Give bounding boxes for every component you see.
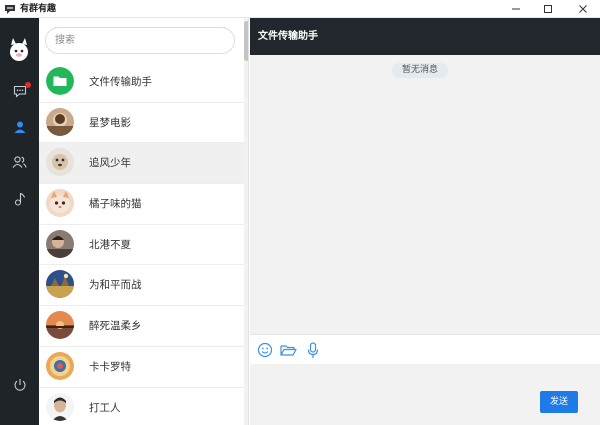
empty-messages-notice: 暂无消息 <box>392 63 449 78</box>
app-logo-icon <box>5 5 15 14</box>
contact-name: 北港不夏 <box>89 238 131 251</box>
contact-item-file-transfer[interactable]: 文件传输助手 <box>39 62 244 103</box>
rail-item-contacts[interactable] <box>11 118 28 135</box>
contact-avatar <box>46 107 74 136</box>
emoji-button[interactable] <box>256 341 274 359</box>
contact-list-scrollbar[interactable] <box>244 18 248 425</box>
contact-avatar <box>46 270 74 299</box>
contact-name: 打工人 <box>89 401 121 414</box>
power-button[interactable] <box>11 376 28 393</box>
contact-item[interactable]: 醉死温柔乡 <box>39 306 244 347</box>
rail-item-messages[interactable] <box>11 82 31 100</box>
chat-panel: 文件传输助手 暂无消息 发送 <box>250 18 600 425</box>
close-button[interactable] <box>568 0 598 18</box>
input-toolbar <box>250 334 600 364</box>
contact-name: 为和平而战 <box>89 279 142 292</box>
title-bar: 有群有趣 <box>0 0 600 18</box>
nav-rail <box>0 18 39 425</box>
contact-avatar <box>46 351 74 380</box>
contact-item[interactable]: 为和平而战 <box>39 265 244 307</box>
contact-name: 卡卡罗特 <box>89 360 131 373</box>
minimize-button[interactable] <box>501 0 531 18</box>
contact-name: 醉死温柔乡 <box>89 320 142 333</box>
emoji-icon <box>257 342 273 358</box>
contact-item[interactable]: 星梦电影 <box>39 103 244 144</box>
contact-avatar <box>46 392 74 421</box>
contact-item[interactable]: 橘子味的猫 <box>39 184 244 225</box>
power-icon <box>14 378 25 391</box>
maximize-button[interactable] <box>533 0 563 18</box>
app-title: 有群有趣 <box>20 4 57 14</box>
voice-button[interactable] <box>304 341 322 359</box>
group-icon <box>12 155 27 168</box>
contact-avatar <box>46 229 74 258</box>
folder-avatar-icon <box>46 67 74 95</box>
contact-name: 追风少年 <box>89 157 131 170</box>
contact-list: 文件传输助手 星梦电影 追风少年 橘子味的猫 北港不夏 为和平而战 醉死温柔乡 … <box>39 62 244 425</box>
chat-title: 文件传输助手 <box>258 31 318 42</box>
user-avatar[interactable] <box>8 35 30 63</box>
rail-item-music[interactable] <box>11 190 28 207</box>
scrollbar-thumb[interactable] <box>244 21 248 61</box>
contact-name: 文件传输助手 <box>89 76 152 88</box>
minimize-icon <box>512 8 520 10</box>
contact-item[interactable]: 打工人 <box>39 388 244 425</box>
contact-item-selected[interactable]: 追风少年 <box>39 143 244 185</box>
contact-item[interactable]: 卡卡罗特 <box>39 347 244 388</box>
contact-avatar <box>46 311 74 340</box>
contact-list-panel: 文件传输助手 星梦电影 追风少年 <box>39 18 249 425</box>
contact-name: 星梦电影 <box>89 116 131 129</box>
microphone-icon <box>307 341 319 358</box>
contact-person-icon <box>14 121 25 133</box>
folder-open-icon <box>279 344 297 356</box>
contact-item[interactable]: 北港不夏 <box>39 225 244 266</box>
chat-header: 文件传输助手 <box>250 18 600 55</box>
contact-name: 橘子味的猫 <box>89 198 142 211</box>
music-note-icon <box>14 192 25 206</box>
send-button[interactable]: 发送 <box>540 391 578 413</box>
chat-bubble-icon <box>13 85 26 98</box>
close-icon <box>579 5 587 13</box>
unread-badge <box>25 82 31 88</box>
file-button[interactable] <box>279 341 297 359</box>
search-input[interactable] <box>45 27 235 54</box>
contact-avatar <box>46 189 74 218</box>
rail-item-groups[interactable] <box>11 153 28 170</box>
maximize-icon <box>544 5 552 13</box>
contact-avatar <box>46 148 74 177</box>
